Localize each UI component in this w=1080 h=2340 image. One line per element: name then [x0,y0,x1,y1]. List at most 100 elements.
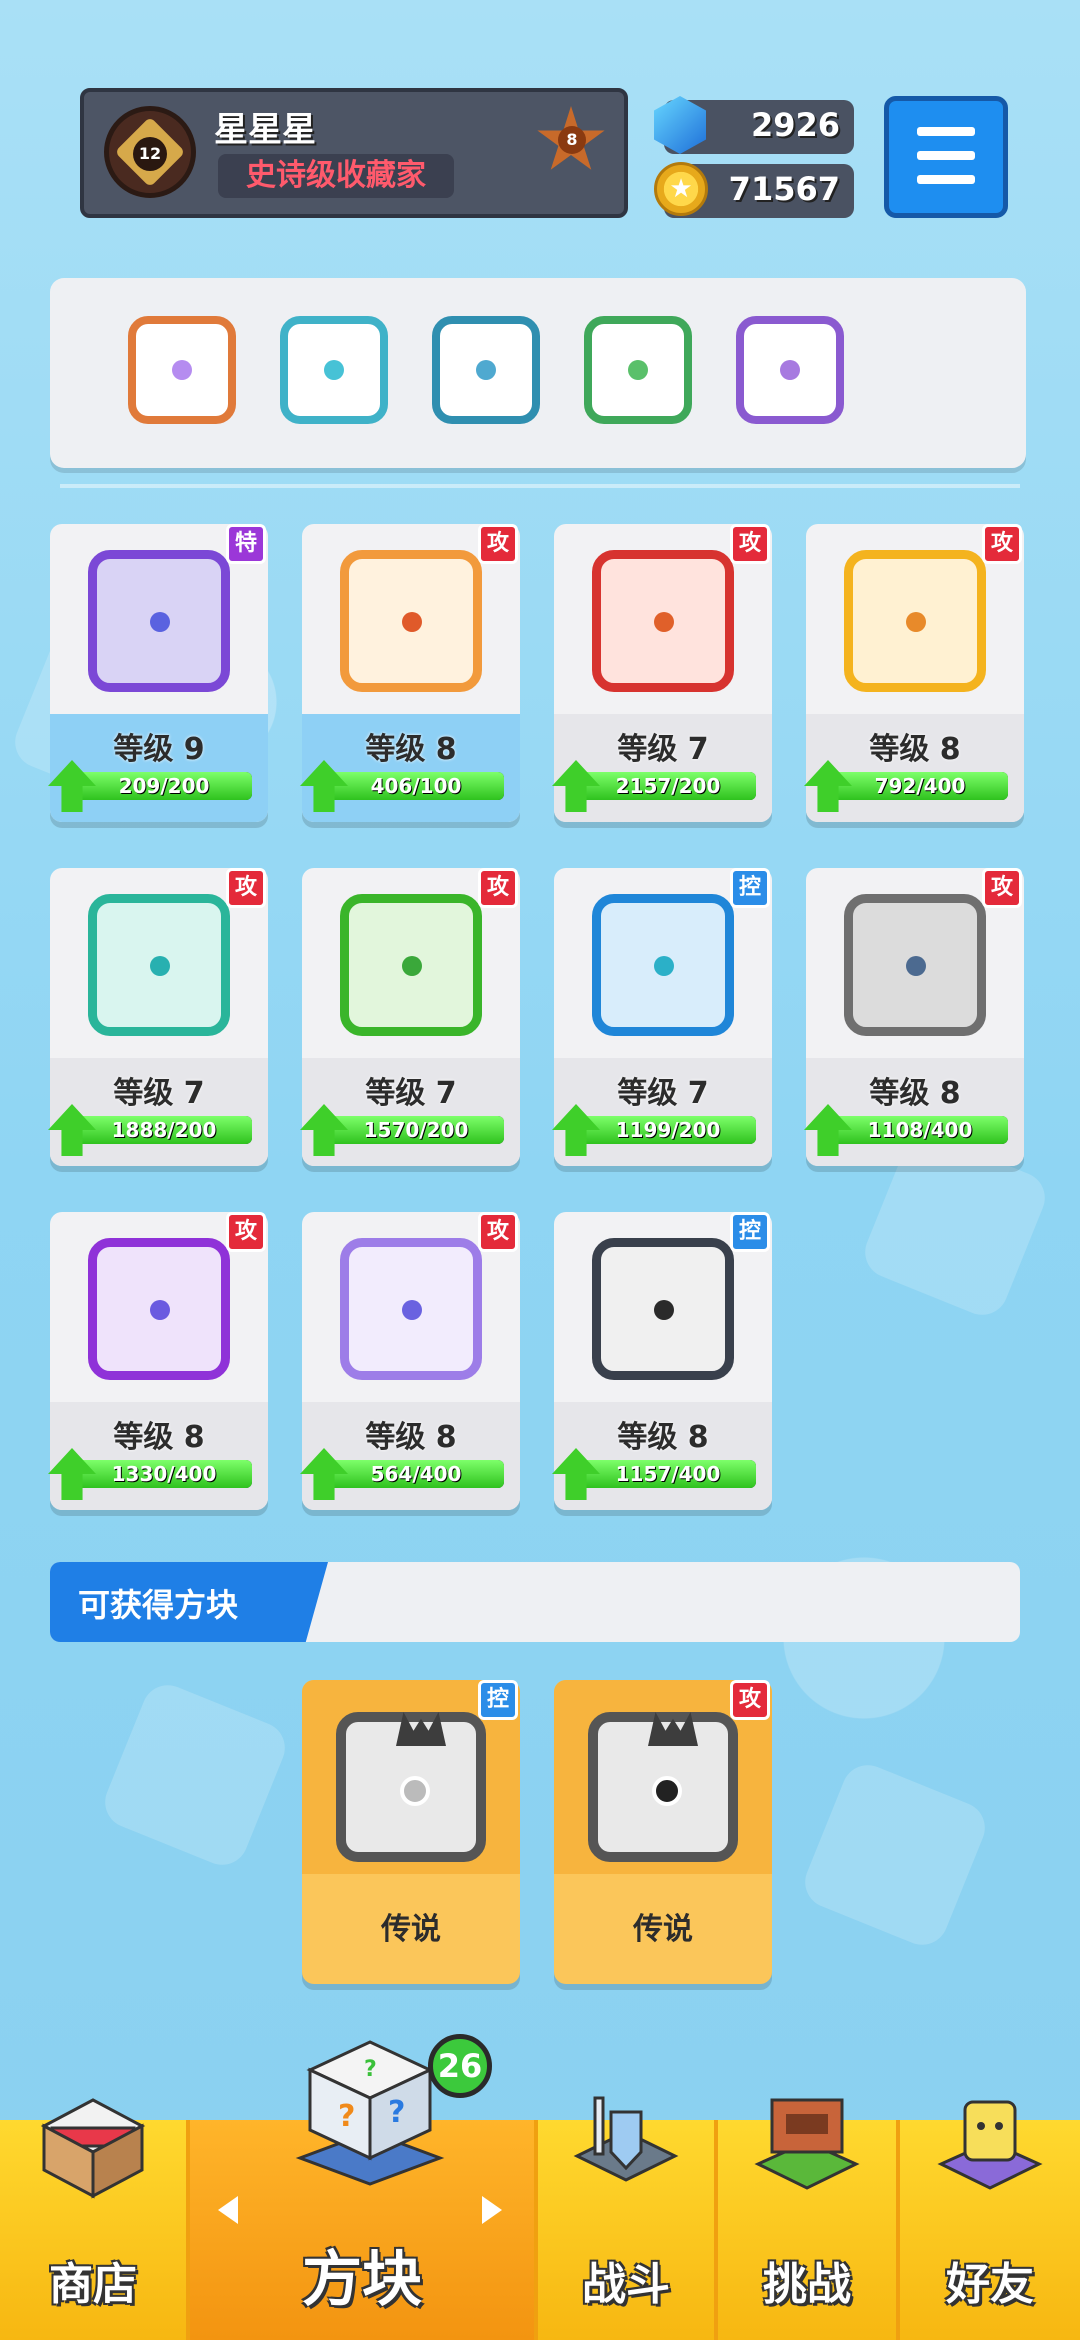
type-badge: 攻 [226,1212,266,1252]
block-pip [402,1300,422,1320]
legendary-tile-icon [336,1712,486,1862]
player-level: 12 [133,137,167,171]
upgrade-progress-bar: 406/100 [328,772,504,800]
progress-text: 2157/200 [615,774,721,798]
deck-slot-core [476,360,496,380]
nav-label: 商店 [49,2259,137,2310]
progress-text: 1157/400 [615,1462,721,1486]
block-card[interactable]: 攻等级 8 1330/400 [48,1212,268,1510]
type-badge: 攻 [730,1680,770,1720]
svg-text:?: ? [388,2095,405,2130]
nav-challenge[interactable]: 挑战 [718,2098,896,2340]
deck-slot-vortex[interactable] [432,316,540,424]
gem-counter[interactable]: 2926 [654,96,854,154]
card-level: 等级 8 [365,732,457,767]
block-pip [652,1776,682,1806]
block-card[interactable]: 攻等级 7 1888/200 [48,868,268,1166]
block-pip [654,612,674,632]
block-card[interactable]: 攻等级 8 792/400 [804,524,1024,822]
block-pip [906,956,926,976]
deck-slot-ice[interactable] [280,316,388,424]
nav-battle[interactable]: 战斗 [538,2096,714,2340]
card-level: 等级 7 [113,1076,205,1111]
bottom-nav: 商店 方块 战斗 挑战 好友 [0,2096,1080,2340]
block-card[interactable]: 攻等级 8 406/100 [300,524,520,822]
block-tile-icon [88,894,230,1036]
progress-text: 1888/200 [111,1118,217,1142]
next-arrow-icon[interactable] [482,2196,502,2224]
mystery-cube-icon: ? ? ? [290,2036,450,2186]
deck-slot-core [172,360,192,380]
block-tile-icon [844,550,986,692]
coin-counter[interactable]: ★ 71567 [654,162,854,218]
deck-slot-spirit[interactable] [736,316,844,424]
divider [60,484,1020,488]
progress-text: 1199/200 [615,1118,721,1142]
card-level: 等级 7 [617,732,709,767]
rarity-label: 传说 [381,1912,441,1947]
progress-text: 209/200 [118,774,210,798]
sword-shield-icon [571,2092,681,2202]
nav-label: 挑战 [763,2259,851,2310]
type-badge: 特 [226,524,266,564]
upgrade-progress-bar: 792/400 [832,772,1008,800]
deck-slot-rainbow[interactable] [128,316,236,424]
deck-slot-poison[interactable] [584,316,692,424]
blocks-count-badge: 26 [428,2034,492,2098]
type-badge: 控 [478,1680,518,1720]
block-card[interactable]: 攻等级 7 1570/200 [300,868,520,1166]
progress-text: 792/400 [874,774,966,798]
friend-icon [935,2092,1045,2202]
player-title: 史诗级收藏家 [218,154,454,198]
block-pip [400,1776,430,1806]
block-card[interactable]: 控等级 7 1199/200 [552,868,772,1166]
block-tile-icon [88,1238,230,1380]
gem-amount: 2926 [750,106,840,144]
deck-slot-core [628,360,648,380]
block-tile-icon [88,550,230,692]
upgrade-progress-bar: 209/200 [76,772,252,800]
block-card[interactable]: 特等级 9 209/200 [48,524,268,822]
menu-icon-line [917,175,975,184]
block-pip [654,956,674,976]
block-pip [654,1300,674,1320]
coin-icon: ★ [654,162,708,216]
block-pip [906,612,926,632]
progress-text: 1330/400 [111,1462,217,1486]
player-profile-panel[interactable]: 12 星星星 史诗级收藏家 8 [80,88,628,218]
svg-text:?: ? [338,2099,355,2134]
type-badge: 攻 [982,524,1022,564]
block-pip [402,612,422,632]
avatar[interactable]: 12 [104,106,196,198]
nav-label: 战斗 [582,2259,670,2310]
block-card[interactable]: 攻等级 8 1108/400 [804,868,1024,1166]
obtainable-tab: 可获得方块 [50,1562,328,1642]
deck-slot-core [324,360,344,380]
obtainable-card[interactable]: 控传说 [302,1680,520,1984]
progress-text: 1570/200 [363,1118,469,1142]
nav-friends[interactable]: 好友 [900,2100,1080,2340]
obtainable-card[interactable]: 攻传说 [554,1680,772,1984]
prev-arrow-icon[interactable] [218,2196,238,2224]
upgrade-progress-bar: 1108/400 [832,1116,1008,1144]
obtainable-title: 可获得方块 [78,1586,239,1624]
block-card[interactable]: 攻等级 7 2157/200 [552,524,772,822]
rank-number: 8 [558,126,586,154]
progress-text: 406/100 [370,774,462,798]
obtainable-header: 可获得方块 [50,1562,1020,1642]
nav-shop[interactable]: 商店 [0,2098,186,2340]
block-card[interactable]: 控等级 8 1157/400 [552,1212,772,1510]
card-level: 等级 8 [869,1076,961,1111]
block-pip [150,1300,170,1320]
type-badge: 攻 [982,868,1022,908]
type-badge: 攻 [478,524,518,564]
svg-text:?: ? [364,2057,377,2082]
nav-label: 方块 [302,2245,422,2315]
legendary-tile-icon [588,1712,738,1862]
block-card[interactable]: 攻等级 8 564/400 [300,1212,520,1510]
menu-button[interactable] [884,96,1008,218]
upgrade-progress-bar: 564/400 [328,1460,504,1488]
deck-slot-core [780,360,800,380]
type-badge: 攻 [730,524,770,564]
card-level: 等级 8 [617,1420,709,1455]
